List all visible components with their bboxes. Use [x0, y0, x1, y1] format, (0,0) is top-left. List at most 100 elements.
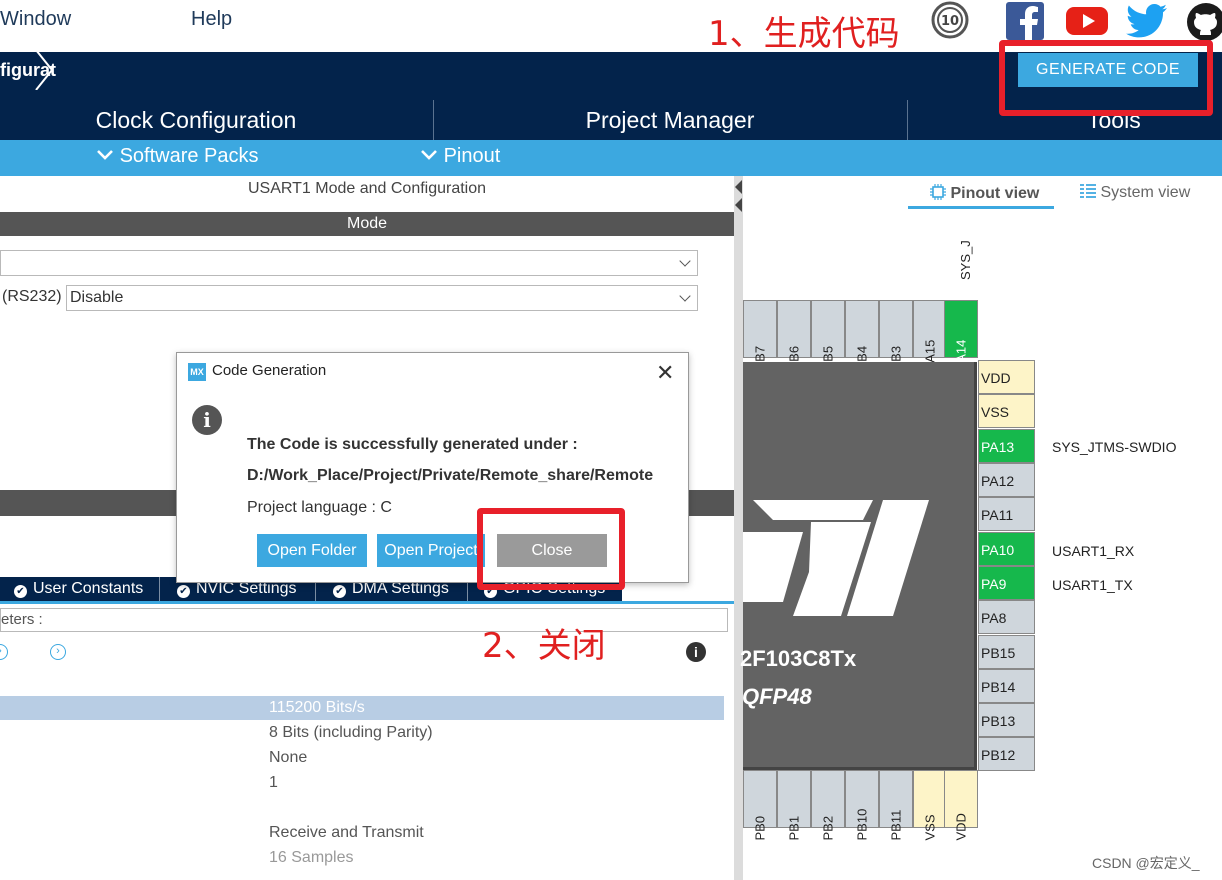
pin-pa12[interactable]: PA12 — [978, 463, 1035, 497]
pin-label: VDD — [953, 813, 969, 841]
baud-rate-value[interactable]: 115200 Bits/s — [269, 699, 365, 717]
pin-vss-bottom[interactable]: VSS — [913, 770, 947, 841]
pin-vss[interactable]: VSS — [978, 394, 1035, 428]
sub-toolbar: Software Packs Pinout — [0, 140, 1222, 176]
pin-pb10[interactable]: PB10 — [845, 770, 879, 841]
pin-pa13[interactable]: PA13 — [978, 429, 1035, 463]
st-logo-icon — [743, 500, 929, 616]
pin-pb7[interactable]: PB7 — [743, 300, 777, 371]
parameter-label: eters : — [1, 611, 43, 628]
watermark: CSDN @宏定义_ — [1092, 855, 1200, 871]
pin-label: PB1 — [786, 815, 802, 841]
pin-pb2[interactable]: PB2 — [811, 770, 845, 841]
pin-pb1[interactable]: PB1 — [777, 770, 811, 841]
tab-label: System view — [1100, 184, 1191, 201]
breadcrumb[interactable]: figurat — [0, 50, 56, 90]
pin-pa8[interactable]: PA8 — [978, 600, 1035, 634]
parity-value[interactable]: None — [269, 749, 307, 767]
annotation-highlight-close — [477, 508, 625, 590]
pinout-menu[interactable]: Pinout — [420, 145, 500, 168]
pin-pb15[interactable]: PB15 — [978, 635, 1035, 669]
open-folder-button[interactable]: Open Folder — [257, 534, 367, 567]
rs232-select[interactable]: Disable — [66, 285, 698, 311]
pin-pb14[interactable]: PB14 — [978, 669, 1035, 703]
ten-year-badge-icon[interactable]: 10 — [930, 0, 969, 39]
tab-underline — [908, 206, 1054, 209]
annotation-step2: 2、关闭 — [482, 626, 606, 666]
mode-select[interactable] — [0, 250, 698, 276]
mode-header: Mode — [0, 212, 734, 236]
tab-divider — [907, 100, 908, 140]
tab-label: User Constants — [33, 580, 144, 597]
pin-pa9[interactable]: PA9 — [978, 566, 1035, 600]
dialog-message: The Code is successfully generated under… — [247, 436, 578, 453]
chevron-down-icon — [679, 290, 691, 302]
pin-pb13[interactable]: PB13 — [978, 703, 1035, 737]
pin-pa10[interactable]: PA10 — [978, 532, 1035, 566]
info-icon: i — [192, 405, 222, 435]
tab-user-constants[interactable]: ✔ User Constants — [14, 577, 143, 601]
chip-icon — [930, 184, 946, 200]
data-direction-value[interactable]: Receive and Transmit — [269, 824, 424, 842]
annotation-step1: 1、生成代码 — [708, 14, 900, 54]
menu-window[interactable]: Window — [0, 8, 71, 31]
pin-label: PB2 — [820, 815, 836, 841]
check-icon: ✔ — [333, 585, 346, 598]
menu-help[interactable]: Help — [191, 8, 232, 31]
pin-pb11[interactable]: PB11 — [879, 770, 913, 841]
svg-text:10: 10 — [941, 14, 959, 29]
tab-pinout-view[interactable]: Pinout view — [930, 184, 1039, 203]
tab-clock-configuration[interactable]: Clock Configuration — [0, 100, 392, 140]
tab-divider — [159, 577, 160, 601]
pin-label: VSS — [922, 814, 938, 841]
pin-pb6[interactable]: PB6 — [777, 300, 811, 371]
tab-system-view[interactable]: System view — [1080, 184, 1190, 202]
dialog-path: D:/Work_Place/Project/Private/Remote_sha… — [247, 467, 654, 484]
pin-signal-label: USART1_TX — [1052, 577, 1133, 593]
oversampling-value[interactable]: 16 Samples — [269, 849, 354, 867]
collapse-left-icon[interactable] — [735, 198, 742, 212]
pin-signal-label: USART1_RX — [1052, 543, 1135, 559]
info-icon[interactable]: i — [686, 642, 706, 662]
pin-vdd-bottom[interactable]: VDD — [944, 770, 978, 841]
close-icon[interactable]: ✕ — [656, 360, 674, 386]
pin-pb4[interactable]: PB4 — [845, 300, 879, 371]
pin-pa11[interactable]: PA11 — [978, 497, 1035, 531]
software-packs-label: Software Packs — [119, 145, 259, 167]
tab-project-manager[interactable]: Project Manager — [434, 100, 906, 140]
software-packs-menu[interactable]: Software Packs — [96, 145, 259, 168]
twitter-icon[interactable] — [1126, 2, 1167, 40]
tab-label: Pinout view — [950, 185, 1040, 202]
parameter-search-field[interactable]: eters : — [0, 608, 728, 632]
chevron-down-icon — [97, 150, 113, 160]
stop-bits-value[interactable]: 1 — [269, 774, 278, 792]
chip-package: QFP48 — [742, 684, 812, 709]
pin-pb3[interactable]: PB3 — [879, 300, 913, 371]
word-length-value[interactable]: 8 Bits (including Parity) — [269, 724, 433, 742]
open-project-button[interactable]: Open Project — [377, 534, 485, 567]
github-icon[interactable] — [1186, 2, 1222, 41]
check-icon: ✔ — [14, 585, 27, 598]
collapse-left-icon[interactable] — [735, 180, 742, 194]
pin-signal-label: SYS_JTMS-SWDIO — [1052, 439, 1177, 455]
youtube-icon[interactable] — [1066, 2, 1108, 40]
pin-pb0[interactable]: PB0 — [743, 770, 777, 841]
pin-vdd[interactable]: VDD — [978, 360, 1035, 394]
rs232-label: (RS232) — [2, 288, 62, 305]
pin-label: PB10 — [854, 808, 870, 841]
chevron-down-icon — [421, 150, 437, 160]
section-title: USART1 Mode and Configuration — [247, 180, 487, 197]
pin-pa15[interactable]: PA15 — [913, 300, 947, 371]
tab-underline — [0, 601, 734, 604]
pinout-label: Pinout — [443, 145, 501, 167]
panel-splitter[interactable] — [734, 176, 743, 880]
facebook-icon[interactable] — [1006, 2, 1044, 40]
dialog-language: Project language : C — [247, 499, 392, 516]
annotation-highlight-generate — [999, 40, 1213, 116]
pin-pa14[interactable]: PA14 — [944, 300, 978, 371]
pin-pb5[interactable]: PB5 — [811, 300, 845, 371]
collapse-all-icon[interactable]: › — [50, 644, 66, 660]
pin-label: PB11 — [888, 809, 904, 841]
pin-pb12[interactable]: PB12 — [978, 737, 1035, 771]
pin-signal-label: SYS_J — [958, 240, 973, 280]
